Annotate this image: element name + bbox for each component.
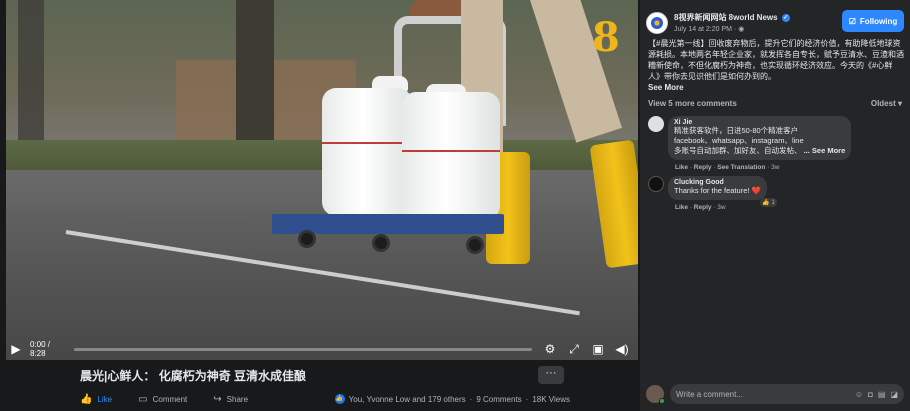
following-button[interactable]: ☑ Following <box>842 10 904 32</box>
comment-button[interactable]: ▭ Comment <box>138 394 187 405</box>
video-title-row: 晨光|心鲜人： 化腐朽为神奇 豆清水成佳酿 ··· <box>80 364 564 386</box>
commenter-name[interactable]: Xi Jie <box>674 119 845 126</box>
reactions-text[interactable]: You, Yvonne Low and 179 others <box>349 395 466 404</box>
reaction-summary[interactable]: 👍 You, Yvonne Low and 179 others · 9 Com… <box>334 394 570 404</box>
thumbs-up-icon: 👍 <box>80 393 93 405</box>
see-translation-link[interactable]: See Translation <box>717 164 765 171</box>
commenter-avatar[interactable] <box>648 116 664 132</box>
post-header: 8视界新闻网站 8world News ✓ July 14 at 2:20 PM… <box>646 10 904 38</box>
comment-age[interactable]: 3w <box>771 164 779 171</box>
post-timestamp[interactable]: July 14 at 2:20 PM · ◉ <box>674 25 744 33</box>
page-name[interactable]: 8视界新闻网站 8world News ✓ <box>674 12 790 23</box>
post-body: 【#晨光第一线】回收废弃物后，提升它们的经济价值，有助降低地球资源耗损。本地两名… <box>648 38 904 93</box>
video-scene-wheel <box>466 236 484 254</box>
comment-icon: ▭ <box>138 393 148 405</box>
video-time: 0:00 / 8:28 <box>30 340 51 358</box>
comment-meta: Like · Reply · See Translation · 3w <box>675 164 780 171</box>
video-scene-tree <box>236 0 274 150</box>
share-icon: ↪ <box>213 393 222 405</box>
more-options-button[interactable]: ··· <box>538 366 564 384</box>
following-label: Following <box>859 16 898 26</box>
comment-like-button[interactable]: Like <box>675 204 688 211</box>
comment-sort-dropdown[interactable]: Oldest ▾ <box>871 99 902 111</box>
share-label: Share <box>226 394 249 404</box>
video-scene-jug <box>322 88 412 216</box>
comment-like-button[interactable]: Like <box>675 164 688 171</box>
chevron-down-icon: ▾ <box>897 99 902 108</box>
like-label: Like <box>97 394 113 404</box>
gif-icon[interactable]: ▤ <box>878 390 886 399</box>
post-text: 【#晨光第一线】回收废弃物后，提升它们的经济价值，有助降低地球资源耗损。本地两名… <box>648 39 904 81</box>
channel-8-logo: 8 <box>592 14 620 61</box>
comment-text: Thanks for the feature! ❤️ <box>674 186 761 195</box>
sort-label: Oldest <box>870 99 896 108</box>
video-section: 8 ▶ 0:00 / 8:28 ⚙ ⤢ ▣ ◀) 晨光|心鲜人： 化腐朽为神奇 … <box>0 0 640 411</box>
comment-bubble: Xi Jie 精准获客软件，日进50-80个精准客户 facebook、what… <box>668 116 852 160</box>
follow-check-icon: ☑ <box>848 16 856 26</box>
video-scene-wheel <box>372 234 390 252</box>
comment-bubble: Clucking Good Thanks for the feature! ❤️ <box>668 176 767 200</box>
comment-item: Clucking Good Thanks for the feature! ❤️… <box>648 176 904 216</box>
page-avatar[interactable] <box>646 12 668 34</box>
fullscreen-icon[interactable]: ⤢ <box>564 342 584 357</box>
globe-icon: · ◉ <box>733 26 745 33</box>
picture-in-picture-icon[interactable]: ▣ <box>588 342 608 357</box>
like-reaction-icon: 👍 <box>334 394 345 404</box>
video-scene-jug <box>402 92 500 220</box>
comment-reply-button[interactable]: Reply <box>694 204 712 211</box>
comment-input[interactable] <box>676 389 855 399</box>
user-avatar[interactable] <box>646 385 665 404</box>
reaction-count: 1 <box>771 199 775 206</box>
comment-label: Comment <box>152 394 188 404</box>
see-more-link[interactable]: See More <box>648 82 904 93</box>
emoji-icon[interactable]: ☺ <box>855 390 863 399</box>
camera-icon[interactable]: ◘ <box>868 390 873 399</box>
like-reaction-icon: 👍 <box>762 200 770 206</box>
comment-see-more-link[interactable]: ... See More <box>804 146 846 155</box>
video-title: 晨光|心鲜人： 化腐朽为神奇 豆清水成佳酿 <box>80 368 307 383</box>
comment-reaction-badge[interactable]: 👍 1 <box>760 198 777 207</box>
comment-text: 精准获客软件，日进50-80个精准客户 facebook、whatsapp、in… <box>674 126 846 155</box>
comment-age[interactable]: 3w <box>717 204 725 211</box>
video-scene-wheel <box>298 230 316 248</box>
page-name-text[interactable]: 8视界新闻网站 8world News <box>674 13 778 22</box>
comment-composer: ☺ ◘ ▤ ◪ <box>646 383 904 405</box>
views-count: 18K Views <box>532 394 570 404</box>
like-button[interactable]: 👍 Like <box>80 394 112 405</box>
video-player[interactable]: 8 <box>6 0 638 360</box>
separator: · <box>525 394 529 404</box>
post-action-bar: 👍 Like ▭ Comment ↪ Share 👍 You, Yvonne L… <box>80 390 570 408</box>
commenter-name[interactable]: Clucking Good <box>674 179 761 186</box>
online-status-dot <box>659 398 665 404</box>
video-controls: ▶ 0:00 / 8:28 ⚙ ⤢ ▣ ◀) <box>6 338 638 360</box>
post-panel: 8视界新闻网站 8world News ✓ July 14 at 2:20 PM… <box>640 0 910 411</box>
separator: · <box>469 394 473 404</box>
comments-toolbar: View 5 more comments Oldest ▾ <box>648 99 902 111</box>
comment-item: Xi Jie 精准获客软件，日进50-80个精准客户 facebook、what… <box>648 116 904 176</box>
play-icon[interactable]: ▶ <box>6 342 26 356</box>
comment-meta: Like · Reply · 3w <box>675 204 726 211</box>
comments-count[interactable]: 9 Comments <box>476 395 521 404</box>
post-time-text[interactable]: July 14 at 2:20 PM <box>674 26 732 33</box>
comment-reply-button[interactable]: Reply <box>694 164 712 171</box>
share-button[interactable]: ↪ Share <box>213 394 248 405</box>
commenter-avatar[interactable] <box>648 176 664 192</box>
comment-input-box[interactable]: ☺ ◘ ▤ ◪ <box>670 384 904 404</box>
sticker-icon[interactable]: ◪ <box>890 390 898 399</box>
view-more-comments-link[interactable]: View 5 more comments <box>648 99 737 111</box>
volume-icon[interactable]: ◀) <box>612 342 632 357</box>
gear-icon[interactable]: ⚙ <box>540 342 560 357</box>
verified-icon: ✓ <box>781 13 790 22</box>
video-progress-bar[interactable] <box>74 347 532 351</box>
